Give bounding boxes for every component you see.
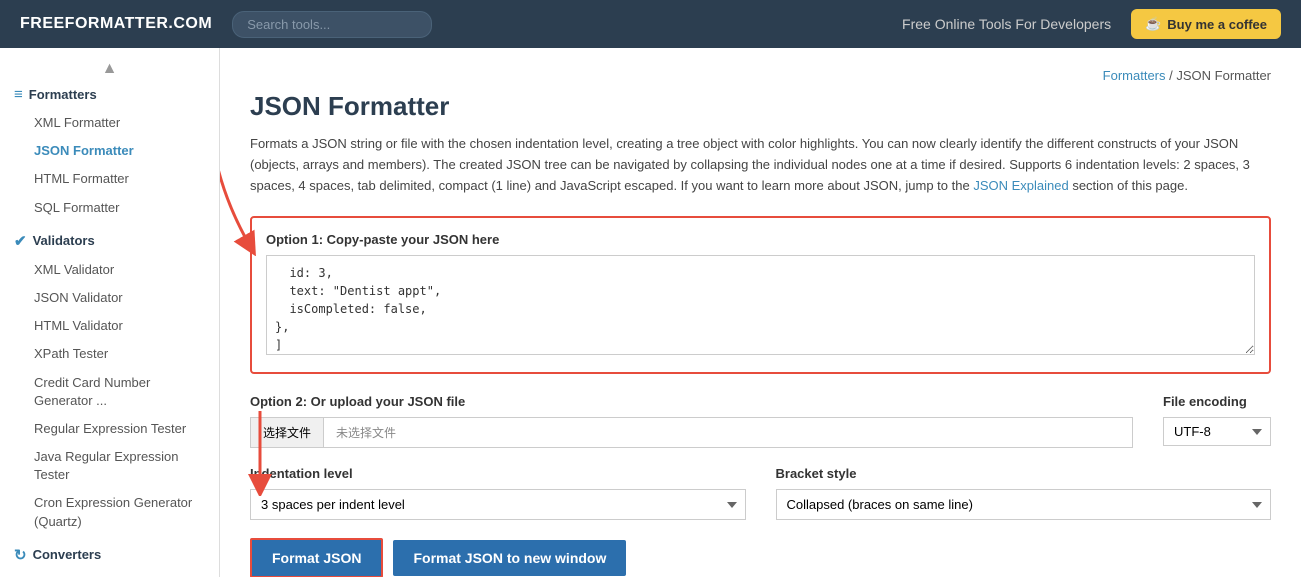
page-title: JSON Formatter <box>250 91 1271 122</box>
buy-coffee-label: Buy me a coffee <box>1167 17 1267 32</box>
page-description: Formats a JSON string or file with the c… <box>250 134 1271 196</box>
indent-select[interactable]: 2 spaces per indent level 3 spaces per i… <box>250 489 746 520</box>
formatters-icon: ≡ <box>14 86 23 103</box>
sidebar-section-validators: ✔ Validators XML Validator JSON Validato… <box>0 226 219 536</box>
option1-wrapper: Option 1: Copy-paste your JSON here id: … <box>250 216 1271 374</box>
main-layout: ▲ ≡ Formatters XML Formatter JSON Format… <box>0 48 1301 577</box>
file-name-display: 未选择文件 <box>324 417 1133 448</box>
bracket-select[interactable]: Collapsed (braces on same line) Expanded… <box>776 489 1272 520</box>
sidebar-item-json-validator[interactable]: JSON Validator <box>0 284 219 312</box>
sidebar-item-xpath-tester[interactable]: XPath Tester <box>0 340 219 368</box>
option2-label: Option 2: Or upload your JSON file <box>250 394 1133 409</box>
json-explained-link[interactable]: JSON Explained <box>973 178 1068 193</box>
search-input[interactable] <box>232 11 432 38</box>
sidebar-item-regex-tester[interactable]: Regular Expression Tester <box>0 415 219 443</box>
breadcrumb-parent[interactable]: Formatters <box>1103 68 1166 83</box>
coffee-icon: ☕ <box>1145 16 1161 32</box>
buy-coffee-button[interactable]: ☕ Buy me a coffee <box>1131 9 1281 39</box>
sidebar-item-credit-card[interactable]: Credit Card Number Generator ... <box>0 369 219 415</box>
sidebar-item-cron[interactable]: Cron Expression Generator (Quartz) <box>0 489 219 535</box>
option2-group: Option 2: Or upload your JSON file 选择文件 … <box>250 394 1133 448</box>
sidebar-section-header-converters[interactable]: ↻ Converters <box>0 540 219 570</box>
search-container <box>232 11 432 38</box>
main-content: Formatters / JSON Formatter JSON Formatt… <box>220 48 1301 577</box>
sidebar-item-xml-validator[interactable]: XML Validator <box>0 256 219 284</box>
sidebar-section-header-formatters[interactable]: ≡ Formatters <box>0 80 219 109</box>
breadcrumb-current: JSON Formatter <box>1176 68 1271 83</box>
file-choose-button[interactable]: 选择文件 <box>250 417 324 448</box>
buttons-row: Format JSON Format JSON to new window <box>250 538 1271 577</box>
sidebar-item-xml-formatter[interactable]: XML Formatter <box>0 109 219 137</box>
sidebar-section-formatters: ≡ Formatters XML Formatter JSON Formatte… <box>0 80 219 222</box>
indent-label: Indentation level <box>250 466 746 481</box>
sidebar-scroll-up[interactable]: ▲ <box>0 58 219 80</box>
sidebar-item-sql-formatter[interactable]: SQL Formatter <box>0 194 219 222</box>
sidebar-item-xsd-generator[interactable]: XSD Generator <box>0 570 219 577</box>
sidebar-section-label-validators: Validators <box>33 233 95 248</box>
format-json-button[interactable]: Format JSON <box>250 538 383 577</box>
sidebar-item-json-formatter[interactable]: JSON Formatter <box>0 137 219 165</box>
indent-row: Indentation level 2 spaces per indent le… <box>250 466 1271 520</box>
indent-group: Indentation level 2 spaces per indent le… <box>250 466 746 520</box>
description-end: section of this page. <box>1069 178 1188 193</box>
validators-icon: ✔ <box>14 232 27 250</box>
sidebar-section-label-converters: Converters <box>33 547 102 562</box>
encoding-group: File encoding UTF-8 UTF-16 ISO-8859-1 <box>1163 394 1271 446</box>
sidebar-section-header-validators[interactable]: ✔ Validators <box>0 226 219 256</box>
header-tagline: Free Online Tools For Developers <box>902 16 1111 32</box>
sidebar-section-converters: ↻ Converters XSD Generator XSLT (XSL Tra… <box>0 540 219 577</box>
encoding-label: File encoding <box>1163 394 1271 409</box>
bracket-label: Bracket style <box>776 466 1272 481</box>
converters-icon: ↻ <box>14 546 27 564</box>
file-upload-row: 选择文件 未选择文件 <box>250 417 1133 448</box>
sidebar-section-label-formatters: Formatters <box>29 87 97 102</box>
option2-row: Option 2: Or upload your JSON file 选择文件 … <box>250 394 1271 448</box>
encoding-select[interactable]: UTF-8 UTF-16 ISO-8859-1 <box>1163 417 1271 446</box>
site-logo: FREEFORMATTER.COM <box>20 15 212 33</box>
option1-box: Option 1: Copy-paste your JSON here id: … <box>250 216 1271 374</box>
sidebar-item-java-regex[interactable]: Java Regular Expression Tester <box>0 443 219 489</box>
bracket-group: Bracket style Collapsed (braces on same … <box>776 466 1272 520</box>
breadcrumb: Formatters / JSON Formatter <box>250 68 1271 83</box>
format-json-new-window-button[interactable]: Format JSON to new window <box>393 540 626 576</box>
json-textarea[interactable]: id: 3, text: "Dentist appt", isCompleted… <box>266 255 1255 355</box>
sidebar-item-html-validator[interactable]: HTML Validator <box>0 312 219 340</box>
sidebar: ▲ ≡ Formatters XML Formatter JSON Format… <box>0 48 220 577</box>
sidebar-item-html-formatter[interactable]: HTML Formatter <box>0 165 219 193</box>
header: FREEFORMATTER.COM Free Online Tools For … <box>0 0 1301 48</box>
option1-label: Option 1: Copy-paste your JSON here <box>266 232 1255 247</box>
